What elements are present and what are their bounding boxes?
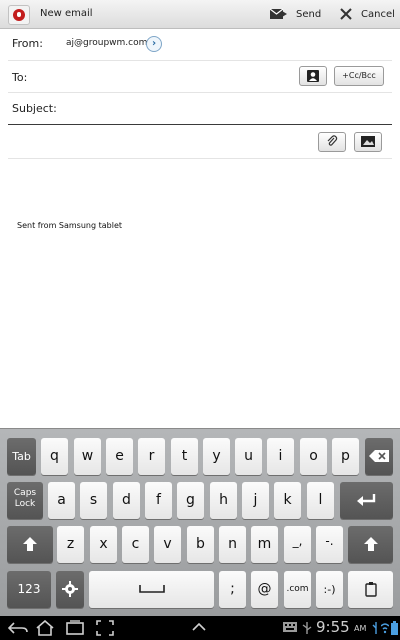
image-icon bbox=[361, 136, 375, 147]
dotcom-key[interactable]: .com bbox=[284, 571, 311, 608]
key-g[interactable]: g bbox=[177, 482, 204, 519]
key-o[interactable]: o bbox=[300, 438, 327, 475]
key-p[interactable]: p bbox=[332, 438, 359, 475]
tab-key[interactable]: Tab bbox=[7, 438, 36, 475]
settings-key[interactable] bbox=[56, 571, 84, 608]
enter-icon bbox=[356, 494, 375, 506]
key-j[interactable]: j bbox=[242, 482, 269, 519]
key-t[interactable]: t bbox=[171, 438, 198, 475]
backspace-key[interactable] bbox=[365, 438, 393, 475]
recent-apps-icon[interactable] bbox=[66, 620, 84, 636]
keyboard-icon bbox=[283, 622, 297, 632]
contact-icon bbox=[307, 70, 319, 82]
from-label: From: bbox=[12, 37, 43, 50]
insert-image-button[interactable] bbox=[354, 132, 382, 152]
caps-lock-key[interactable]: Caps Lock bbox=[7, 482, 43, 519]
key-underscore-comma[interactable]: _, bbox=[284, 526, 311, 563]
settings-icon bbox=[62, 581, 78, 597]
chevron-up-icon[interactable] bbox=[192, 623, 206, 631]
system-nav-bar: 9:55 AM bbox=[0, 616, 400, 640]
cancel-button[interactable]: Cancel bbox=[340, 0, 395, 28]
send-label: Send bbox=[296, 8, 322, 20]
clipboard-key[interactable] bbox=[348, 571, 393, 608]
to-field[interactable]: To: +Cc/Bcc bbox=[8, 62, 392, 93]
key-e[interactable]: e bbox=[106, 438, 133, 475]
key-dash-period[interactable]: -. bbox=[316, 526, 343, 563]
smiley-key[interactable]: :-) bbox=[316, 571, 343, 608]
cancel-label: Cancel bbox=[361, 8, 395, 20]
key-s[interactable]: s bbox=[80, 482, 107, 519]
key-f[interactable]: f bbox=[145, 482, 172, 519]
usb-icon bbox=[372, 622, 377, 634]
enter-key[interactable] bbox=[340, 482, 393, 519]
key-q[interactable]: q bbox=[41, 438, 68, 475]
back-icon[interactable] bbox=[8, 620, 28, 636]
paperclip-icon bbox=[327, 135, 338, 146]
status-ampm: AM bbox=[354, 624, 367, 633]
key-a[interactable]: a bbox=[48, 482, 75, 519]
numbers-key[interactable]: 123 bbox=[7, 571, 51, 608]
arrow-right-icon[interactable]: › bbox=[146, 36, 162, 52]
key-l[interactable]: l bbox=[307, 482, 334, 519]
home-icon[interactable] bbox=[36, 620, 54, 636]
key-k[interactable]: k bbox=[274, 482, 301, 519]
battery-icon bbox=[391, 621, 398, 635]
shift-key-right[interactable] bbox=[348, 526, 393, 563]
screenshot-icon[interactable] bbox=[96, 620, 114, 636]
usb-icon bbox=[302, 622, 312, 634]
shift-key-left[interactable] bbox=[7, 526, 53, 563]
key-b[interactable]: b bbox=[187, 526, 214, 563]
contact-picker-button[interactable] bbox=[299, 66, 327, 86]
key-m[interactable]: m bbox=[251, 526, 278, 563]
key-h[interactable]: h bbox=[210, 482, 237, 519]
key-v[interactable]: v bbox=[154, 526, 181, 563]
key-n[interactable]: n bbox=[219, 526, 246, 563]
keyboard: Tab q w e r t y u i o p Caps Lock a s d … bbox=[0, 428, 400, 617]
close-icon bbox=[340, 8, 352, 20]
key-c[interactable]: c bbox=[122, 526, 149, 563]
cc-bcc-button[interactable]: +Cc/Bcc bbox=[334, 66, 384, 86]
shift-icon bbox=[363, 537, 378, 551]
wifi-icon bbox=[381, 623, 389, 634]
from-row: From: aj@groupwm.com › bbox=[8, 30, 392, 61]
key-z[interactable]: z bbox=[57, 526, 84, 563]
to-label: To: bbox=[12, 71, 28, 84]
subject-field[interactable]: Subject: bbox=[8, 94, 392, 125]
caps-lock-label: Caps Lock bbox=[13, 488, 37, 509]
at-key[interactable]: @ bbox=[251, 571, 278, 608]
page-title: New email bbox=[40, 8, 93, 19]
send-button[interactable]: Send bbox=[270, 0, 321, 28]
key-w[interactable]: w bbox=[74, 438, 101, 475]
shift-icon bbox=[23, 537, 37, 551]
key-r[interactable]: r bbox=[138, 438, 165, 475]
email-body[interactable]: Sent from Samsung tablet bbox=[17, 221, 122, 230]
key-i[interactable]: i bbox=[267, 438, 294, 475]
send-icon bbox=[270, 8, 287, 20]
action-bar: New email Send Cancel bbox=[0, 0, 400, 29]
compose-app-icon[interactable] bbox=[8, 5, 30, 25]
status-clock: 9:55 bbox=[316, 618, 350, 636]
attach-file-button[interactable] bbox=[318, 132, 346, 152]
key-d[interactable]: d bbox=[113, 482, 140, 519]
from-address: aj@groupwm.com bbox=[66, 38, 148, 48]
key-u[interactable]: u bbox=[235, 438, 262, 475]
subject-label: Subject: bbox=[12, 102, 57, 115]
key-x[interactable]: x bbox=[90, 526, 117, 563]
key-y[interactable]: y bbox=[203, 438, 230, 475]
space-icon bbox=[138, 585, 165, 593]
backspace-icon bbox=[369, 450, 389, 462]
clipboard-icon bbox=[364, 582, 377, 597]
space-key[interactable] bbox=[89, 571, 214, 608]
attachment-toolbar bbox=[8, 126, 392, 159]
semicolon-key[interactable]: ; bbox=[219, 571, 246, 608]
